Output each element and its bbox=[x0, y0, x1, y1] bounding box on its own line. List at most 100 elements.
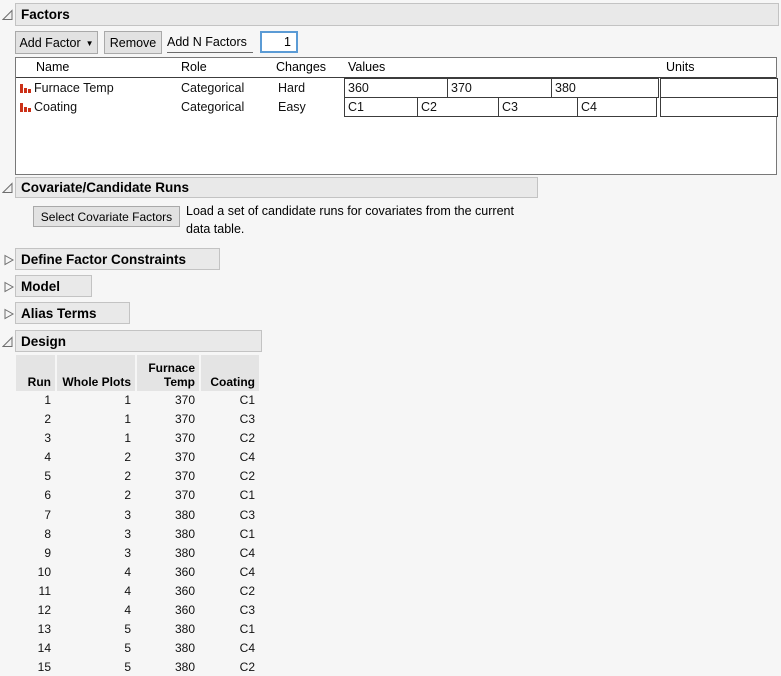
col-header-changes: Changes bbox=[276, 60, 327, 74]
categorical-factor-icon bbox=[20, 103, 31, 112]
design-coating-cell: C3 bbox=[239, 507, 255, 522]
design-furnace-temp-cell: 370 bbox=[174, 412, 195, 427]
factor-changes-cell[interactable]: Easy bbox=[278, 97, 306, 117]
design-table-row: 15 5 380 C2 bbox=[16, 658, 259, 676]
design-coating-cell: C1 bbox=[239, 526, 255, 541]
covariate-section-header[interactable]: Covariate/Candidate Runs bbox=[15, 177, 538, 198]
model-disclosure-closed-icon[interactable] bbox=[3, 280, 15, 293]
design-run-cell: 11 bbox=[38, 583, 51, 598]
design-table-row: 2 1 370 C3 bbox=[16, 410, 259, 429]
alias-terms-disclosure-closed-icon[interactable] bbox=[3, 307, 15, 320]
select-covariate-factors-button[interactable]: Select Covariate Factors bbox=[33, 206, 180, 227]
factor-name-cell[interactable]: Furnace Temp bbox=[20, 78, 114, 98]
design-whole-plot-cell: 5 bbox=[124, 641, 131, 656]
covariate-disclosure-open-icon[interactable] bbox=[1, 181, 14, 193]
factors-section-header[interactable]: Factors bbox=[15, 3, 779, 26]
factor-value-cell[interactable]: C3 bbox=[498, 97, 578, 117]
design-furnace-temp-cell: 360 bbox=[174, 564, 195, 579]
design-furnace-temp-cell: 380 bbox=[174, 622, 195, 637]
design-coating-cell: C2 bbox=[239, 431, 255, 446]
design-whole-plot-cell: 4 bbox=[124, 583, 131, 598]
design-table-row: 10 4 360 C4 bbox=[16, 563, 259, 582]
design-run-cell: 2 bbox=[44, 412, 51, 427]
design-whole-plot-cell: 2 bbox=[124, 450, 131, 465]
design-col-header-coating: Coating bbox=[201, 355, 259, 391]
design-section-header[interactable]: Design bbox=[15, 330, 262, 352]
design-coating-cell: C3 bbox=[239, 412, 255, 427]
design-coating-cell: C2 bbox=[239, 660, 255, 675]
design-run-cell: 1 bbox=[44, 393, 51, 407]
col-header-name: Name bbox=[36, 60, 70, 74]
covariate-section-title: Covariate/Candidate Runs bbox=[21, 180, 190, 195]
add-factor-button[interactable]: Add Factor ▼ bbox=[15, 31, 98, 54]
factor-name-text: Furnace Temp bbox=[34, 81, 114, 95]
design-furnace-temp-cell: 380 bbox=[174, 507, 195, 522]
design-run-cell: 7 bbox=[44, 507, 51, 522]
design-coating-cell: C2 bbox=[239, 469, 255, 484]
col-header-units: Units bbox=[666, 60, 695, 74]
factor-value-cell[interactable]: 360 bbox=[344, 78, 448, 98]
design-run-cell: 6 bbox=[44, 488, 51, 503]
design-table-row: 1 1 370 C1 bbox=[16, 391, 259, 410]
design-run-cell: 15 bbox=[37, 660, 51, 675]
remove-button[interactable]: Remove bbox=[104, 31, 162, 54]
design-table-body: 1 1 370 C1 2 1 370 C3 3 1 370 C2 4 2 370… bbox=[16, 391, 259, 676]
alias-terms-section-title: Alias Terms bbox=[21, 305, 97, 321]
factors-table-header-row: Name Role Changes Values Units bbox=[16, 58, 776, 78]
design-table-row: 9 3 380 C4 bbox=[16, 544, 259, 563]
factor-units-cell[interactable] bbox=[660, 97, 778, 117]
design-furnace-temp-cell: 380 bbox=[174, 660, 195, 675]
design-run-cell: 5 bbox=[44, 469, 51, 484]
design-furnace-temp-cell: 380 bbox=[174, 526, 195, 541]
design-whole-plot-cell: 3 bbox=[124, 507, 131, 522]
factor-units-cell[interactable] bbox=[660, 78, 778, 98]
model-section-title: Model bbox=[21, 278, 60, 294]
design-run-cell: 9 bbox=[44, 545, 51, 560]
design-whole-plot-cell: 2 bbox=[124, 469, 131, 484]
design-furnace-temp-cell: 370 bbox=[174, 450, 195, 465]
constraints-disclosure-closed-icon[interactable] bbox=[3, 253, 15, 266]
design-coating-cell: C4 bbox=[239, 641, 255, 656]
covariate-description: Load a set of candidate runs for covaria… bbox=[186, 203, 556, 238]
factor-value-cell[interactable]: 380 bbox=[551, 78, 659, 98]
design-table-row: 12 4 360 C3 bbox=[16, 601, 259, 620]
design-table-row: 13 5 380 C1 bbox=[16, 620, 259, 639]
factor-values: C1 C2 C3 C4 bbox=[344, 97, 657, 117]
design-run-cell: 13 bbox=[37, 622, 51, 637]
factor-row-furnace-temp: Furnace Temp Categorical Hard 360 370 38… bbox=[16, 78, 778, 98]
design-run-cell: 8 bbox=[44, 526, 51, 541]
design-table-row: 8 3 380 C1 bbox=[16, 525, 259, 544]
factor-value-cell[interactable]: C2 bbox=[417, 97, 499, 117]
design-furnace-temp-cell: 370 bbox=[174, 469, 195, 484]
factors-disclosure-open-icon[interactable] bbox=[1, 8, 14, 20]
design-run-cell: 12 bbox=[37, 603, 51, 618]
design-whole-plot-cell: 5 bbox=[124, 660, 131, 675]
design-furnace-temp-cell: 360 bbox=[174, 583, 195, 598]
design-coating-cell: C4 bbox=[239, 545, 255, 560]
model-section-header[interactable]: Model bbox=[15, 275, 92, 297]
factor-role-cell[interactable]: Categorical bbox=[181, 78, 244, 98]
design-furnace-temp-cell: 370 bbox=[174, 431, 195, 446]
factor-row-coating: Coating Categorical Easy C1 C2 C3 C4 bbox=[16, 97, 778, 117]
design-furnace-temp-cell: 370 bbox=[174, 488, 195, 503]
design-table-row: 6 2 370 C1 bbox=[16, 486, 259, 505]
factor-changes-cell[interactable]: Hard bbox=[278, 78, 305, 98]
design-table-row: 4 2 370 C4 bbox=[16, 448, 259, 467]
factor-name-cell[interactable]: Coating bbox=[20, 97, 77, 117]
n-factors-input[interactable] bbox=[260, 31, 298, 53]
design-whole-plot-cell: 3 bbox=[124, 526, 131, 541]
define-factor-constraints-header[interactable]: Define Factor Constraints bbox=[15, 248, 220, 270]
design-disclosure-open-icon[interactable] bbox=[1, 335, 14, 347]
factor-value-cell[interactable]: C4 bbox=[577, 97, 657, 117]
design-whole-plot-cell: 4 bbox=[124, 603, 131, 618]
define-factor-constraints-title: Define Factor Constraints bbox=[21, 251, 187, 267]
factor-value-cell[interactable]: 370 bbox=[447, 78, 552, 98]
design-whole-plot-cell: 2 bbox=[124, 488, 131, 503]
alias-terms-section-header[interactable]: Alias Terms bbox=[15, 302, 130, 324]
design-whole-plot-cell: 4 bbox=[124, 564, 131, 579]
design-col-header-furnace-temp: Furnace Temp bbox=[137, 355, 199, 391]
factors-table: Name Role Changes Values Units Furnace T… bbox=[15, 57, 778, 175]
factor-value-cell[interactable]: C1 bbox=[344, 97, 418, 117]
design-run-cell: 14 bbox=[37, 641, 51, 656]
factor-role-cell[interactable]: Categorical bbox=[181, 97, 244, 117]
